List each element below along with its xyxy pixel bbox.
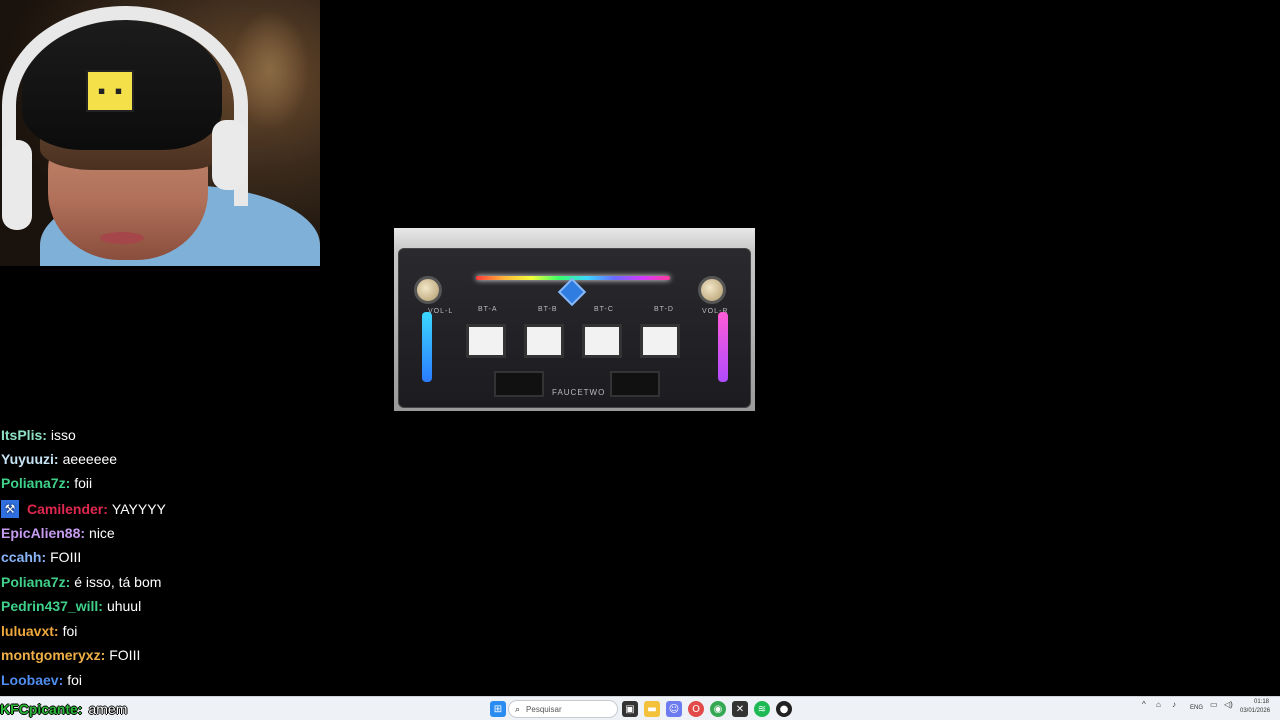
chat-message: ⚒ Camilender: YAYYYY [1, 498, 166, 520]
chat-username: KFCpicante: [0, 701, 83, 717]
task-view-icon[interactable]: ▣ [622, 701, 638, 717]
chat-last-message: KFCpicante: amem [0, 697, 127, 720]
obs-icon[interactable]: ● [776, 701, 792, 717]
chat-username: Poliana7z: [1, 574, 71, 590]
key-b-label: BT-B [538, 306, 558, 313]
chat-message: ccahh: FOIII [1, 546, 81, 568]
key-c-label: BT-C [594, 306, 614, 313]
chat-message: Poliana7z: é isso, tá bom [1, 571, 161, 593]
key-a [466, 324, 506, 358]
key-d-label: BT-D [654, 306, 674, 313]
monitor-icon[interactable]: ▭ [1210, 700, 1218, 709]
search-icon: ⌕ [515, 703, 521, 714]
chat-text: aeeeeee [62, 451, 118, 467]
chat-text: amem [88, 701, 128, 717]
chat-text: isso [50, 427, 76, 443]
headphone-cup-right [212, 120, 246, 190]
taskbar-search[interactable]: ⌕ Pesquisar [508, 700, 618, 718]
chat-message: montgomeryxz: FOIII [1, 644, 140, 666]
chat-text: YAYYYY [111, 501, 166, 517]
chat-username: ItsPlis: [1, 427, 47, 443]
clock-time[interactable]: 01:18 [1254, 699, 1269, 705]
x-app-icon[interactable]: ✕ [732, 701, 748, 717]
side-led-right [718, 312, 728, 382]
screen-right [610, 371, 660, 397]
spotify-icon[interactable]: ≋ [754, 701, 770, 717]
brand-logo: FAUCETWO [552, 388, 606, 397]
chat-username: Yuyuuzi: [1, 451, 59, 467]
chat-text: FOIII [50, 549, 82, 565]
windows-start-icon[interactable]: ⊞ [490, 701, 506, 717]
beanie-patch-face-icon: ▪ ▪ [86, 70, 134, 112]
chat-message: Poliana7z: foii [1, 472, 92, 494]
chat-message: ItsPlis: isso [1, 426, 76, 446]
chat-text: foi [67, 672, 83, 688]
network-icon[interactable]: ⌂ [1156, 700, 1161, 709]
headphone-cup-left [2, 140, 32, 230]
opera-icon[interactable]: O [688, 701, 704, 717]
chat-username: Pedrin437_will: [1, 598, 103, 614]
chat-text: foi [62, 623, 78, 639]
chat-badge-icon: ⚒ [1, 500, 19, 518]
microphone-icon[interactable]: ♪ [1172, 700, 1176, 709]
key-d [640, 324, 680, 358]
chat-text: nice [89, 525, 115, 541]
chat-username: Poliana7z: [1, 475, 71, 491]
streamer-mouth [100, 232, 144, 244]
chat-username: Camilender: [27, 501, 108, 517]
language-indicator[interactable]: ENG [1190, 705, 1203, 711]
discord-icon[interactable]: ☺ [666, 701, 682, 717]
screen-left [494, 371, 544, 397]
chat-message: Yuyuuzi: aeeeeee [1, 448, 117, 470]
tray-chevron-icon[interactable]: ^ [1142, 700, 1146, 709]
key-a-label: BT-A [478, 306, 498, 313]
chat-message: EpicAlien88: nice [1, 522, 115, 544]
chat-message: Loobaev: foi [1, 669, 82, 691]
clock-date[interactable]: 03/01/2026 [1240, 708, 1270, 714]
chat-username: EpicAlien88: [1, 525, 86, 541]
controller-board [398, 248, 751, 408]
chat-text: FOIII [109, 647, 141, 663]
chrome-icon[interactable]: ◉ [710, 701, 726, 717]
chat-username: Loobaev: [1, 672, 64, 688]
chat-text: é isso, tá bom [74, 574, 162, 590]
chat-message: Pedrin437_will: uhuul [1, 595, 141, 617]
knob-left [414, 276, 442, 304]
chat-text: uhuul [106, 598, 142, 614]
windows-taskbar: KFCpicante: amem ⊞ ⌕ Pesquisar ▣ ▬ ☺ O ◉… [0, 696, 1280, 720]
chat-message: luluavxt: foi [1, 620, 77, 642]
chat-username: ccahh: [1, 549, 47, 565]
chat-username: luluavxt: [1, 623, 59, 639]
chat-text: foii [74, 475, 93, 491]
chat-overlay: ItsPlis: isso Yuyuuzi: aeeeeee Poliana7z: foi… [0, 426, 400, 696]
volume-icon[interactable]: ◁) [1224, 700, 1233, 709]
search-placeholder: Pesquisar [526, 704, 562, 714]
key-c [582, 324, 622, 358]
knob-right [698, 276, 726, 304]
side-led-left [422, 312, 432, 382]
chat-username: montgomeryxz: [1, 647, 106, 663]
webcam-feed: ▪ ▪ [0, 0, 320, 266]
file-explorer-icon[interactable]: ▬ [644, 701, 660, 717]
controller-image: VOL-L BT-A BT-B BT-C BT-D VOL-R FAUCETWO [394, 228, 755, 411]
key-b [524, 324, 564, 358]
